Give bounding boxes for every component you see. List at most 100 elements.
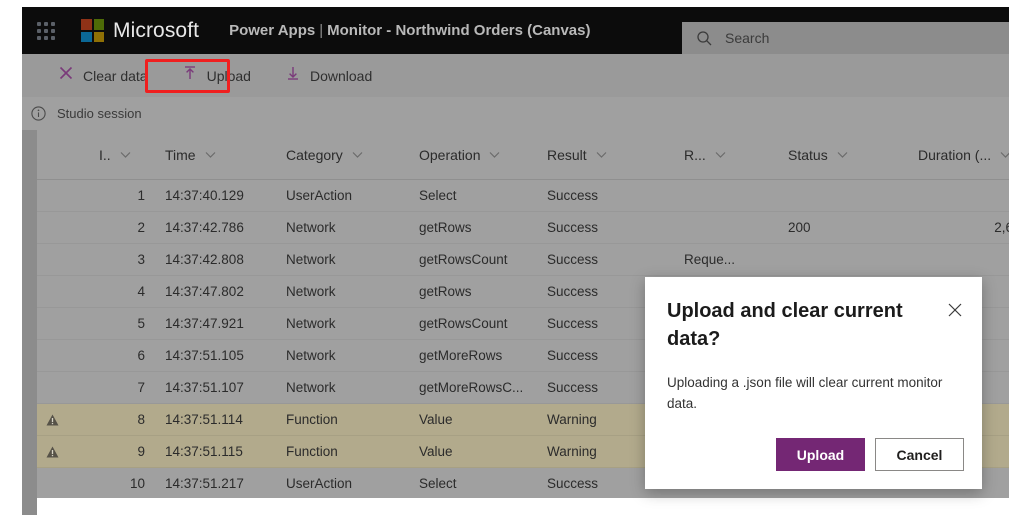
chevron-down-icon[interactable] bbox=[714, 148, 727, 161]
download-arrow-icon bbox=[285, 65, 301, 86]
cell-result: Success bbox=[547, 220, 599, 235]
cell-operation: getRows bbox=[419, 284, 472, 299]
cell-operation: Value bbox=[419, 412, 453, 427]
table-header-row: I.. Time Category Operation Result R... … bbox=[37, 130, 1009, 180]
cell-operation: getMoreRowsC... bbox=[419, 380, 524, 395]
cell-category: Network bbox=[286, 284, 336, 299]
close-icon[interactable] bbox=[942, 297, 968, 323]
monitor-app-window: Microsoft Power Apps | Monitor - Northwind… bbox=[0, 0, 1009, 515]
dialog-title: Upload and clear current data? bbox=[667, 300, 903, 350]
global-header: Microsoft Power Apps | Monitor - Northwind… bbox=[22, 7, 1009, 54]
microsoft-wordmark: Microsoft bbox=[113, 18, 200, 42]
cell-time: 14:37:51.107 bbox=[165, 380, 244, 395]
cell-id: 5 bbox=[137, 316, 145, 331]
session-bar: Studio session bbox=[22, 97, 1009, 130]
column-header-result-label: Result bbox=[547, 146, 587, 163]
column-header-category[interactable]: Category bbox=[284, 147, 416, 163]
cell-time: 14:37:51.115 bbox=[165, 444, 243, 459]
cell-time: 14:37:40.129 bbox=[165, 188, 244, 203]
column-header-request[interactable]: R... bbox=[676, 147, 784, 163]
column-header-operation[interactable]: Operation bbox=[416, 147, 543, 163]
app-launcher-waffle-icon[interactable] bbox=[33, 18, 59, 44]
clear-data-button[interactable]: Clear data bbox=[48, 60, 158, 92]
cell-id: 1 bbox=[137, 188, 145, 203]
cell-id: 10 bbox=[129, 476, 145, 491]
column-header-id-label: I.. bbox=[99, 146, 111, 163]
dialog-cancel-button[interactable]: Cancel bbox=[875, 438, 964, 471]
upload-button[interactable]: Upload bbox=[172, 60, 261, 92]
cell-id: 4 bbox=[137, 284, 145, 299]
column-header-status[interactable]: Status bbox=[784, 147, 912, 163]
cell-operation: Value bbox=[419, 444, 453, 459]
cell-id: 9 bbox=[137, 444, 145, 459]
chevron-down-icon[interactable] bbox=[488, 148, 501, 161]
dialog-actions: Upload Cancel bbox=[776, 438, 964, 471]
monitor-title: Monitor - Northwind Orders (Canvas) bbox=[327, 22, 591, 39]
column-header-category-label: Category bbox=[286, 146, 343, 163]
cell-category: UserAction bbox=[286, 476, 353, 491]
table-row[interactable]: 2 14:37:42.786 Network getRows Success 200 2,6… bbox=[37, 212, 1009, 244]
cell-time: 14:37:51.217 bbox=[165, 476, 244, 491]
close-icon bbox=[58, 65, 74, 86]
table-row[interactable]: 3 14:37:42.808 Network getRowsCount Success R… bbox=[37, 244, 1009, 276]
upload-confirm-dialog: Upload and clear current data? Uploading… bbox=[645, 277, 982, 489]
cell-category: Network bbox=[286, 252, 336, 267]
cell-time: 14:37:47.921 bbox=[165, 316, 244, 331]
cell-operation: getMoreRows bbox=[419, 348, 503, 363]
column-header-operation-label: Operation bbox=[419, 146, 481, 163]
cell-category: Network bbox=[286, 380, 336, 395]
table-row[interactable]: 1 14:37:40.129 UserAction Select Success bbox=[37, 180, 1009, 212]
column-header-id[interactable]: I.. bbox=[67, 147, 153, 163]
session-label: Studio session bbox=[57, 106, 142, 121]
row-warning-icon bbox=[37, 414, 67, 426]
cell-category: Network bbox=[286, 348, 336, 363]
cell-category: UserAction bbox=[286, 188, 353, 203]
cell-time: 14:37:51.105 bbox=[165, 348, 244, 363]
cell-duration: 2,625 bbox=[994, 220, 1009, 235]
cell-result: Success bbox=[547, 252, 599, 267]
cell-category: Network bbox=[286, 316, 336, 331]
column-header-duration-label: Duration (... bbox=[918, 146, 992, 163]
column-header-request-label: R... bbox=[684, 146, 706, 163]
cell-r: Reque... bbox=[684, 252, 736, 267]
cell-category: Function bbox=[286, 444, 338, 459]
cell-id: 6 bbox=[137, 348, 145, 363]
cell-result: Success bbox=[547, 188, 599, 203]
cell-time: 14:37:47.802 bbox=[165, 284, 244, 299]
left-rail bbox=[22, 130, 37, 515]
cell-status: 200 bbox=[788, 220, 811, 235]
download-button[interactable]: Download bbox=[275, 60, 382, 92]
cell-category: Network bbox=[286, 220, 336, 235]
dialog-upload-button[interactable]: Upload bbox=[776, 438, 865, 471]
cell-operation: Select bbox=[419, 476, 457, 491]
column-header-time[interactable]: Time bbox=[153, 147, 284, 163]
command-bar: Clear data Upload Download bbox=[22, 54, 1009, 97]
title-separator: | bbox=[319, 22, 324, 39]
cell-id: 8 bbox=[137, 412, 145, 427]
cell-category: Function bbox=[286, 412, 338, 427]
cell-operation: getRows bbox=[419, 220, 472, 235]
column-header-duration[interactable]: Duration (... bbox=[912, 147, 1009, 163]
chevron-down-icon[interactable] bbox=[119, 148, 132, 161]
column-header-result[interactable]: Result bbox=[543, 147, 676, 163]
chevron-down-icon[interactable] bbox=[999, 148, 1009, 161]
cell-operation: getRowsCount bbox=[419, 316, 508, 331]
clear-data-label: Clear data bbox=[83, 67, 148, 84]
cell-time: 14:37:42.808 bbox=[165, 252, 244, 267]
cell-id: 3 bbox=[137, 252, 145, 267]
chevron-down-icon[interactable] bbox=[204, 148, 217, 161]
search-icon bbox=[696, 30, 713, 47]
cell-time: 14:37:42.786 bbox=[165, 220, 244, 235]
chevron-down-icon[interactable] bbox=[836, 148, 849, 161]
column-header-time-label: Time bbox=[165, 146, 196, 163]
search-input[interactable]: Search bbox=[682, 22, 1009, 54]
chevron-down-icon[interactable] bbox=[351, 148, 364, 161]
page-title: Power Apps | Monitor - Northwind Orders (C… bbox=[229, 22, 590, 39]
info-icon bbox=[30, 105, 47, 122]
cell-time: 14:37:51.114 bbox=[165, 412, 243, 427]
dialog-body-text: Uploading a .json file will clear curren… bbox=[667, 375, 943, 411]
product-name: Power Apps bbox=[229, 22, 316, 39]
chevron-down-icon[interactable] bbox=[595, 148, 608, 161]
microsoft-logo-icon bbox=[81, 19, 104, 42]
row-warning-icon bbox=[37, 446, 67, 458]
